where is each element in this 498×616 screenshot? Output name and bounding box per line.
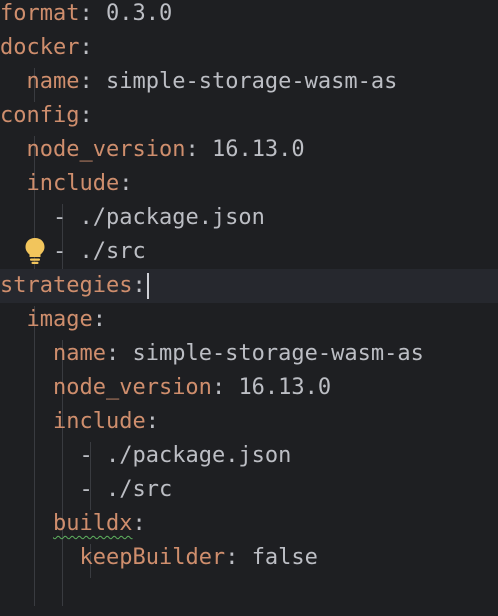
- code-line[interactable]: - ./src: [0, 235, 498, 269]
- yaml-key: strategies: [0, 273, 133, 298]
- yaml-list-item: ./src: [79, 239, 146, 264]
- code-line[interactable]: node_version: 16.13.0: [0, 371, 498, 405]
- lightbulb-icon[interactable]: [24, 237, 46, 265]
- yaml-value: false: [251, 545, 318, 570]
- yaml-list-item: ./package.json: [105, 443, 292, 468]
- yaml-list-item: ./package.json: [79, 205, 265, 230]
- yaml-value: simple-storage-wasm-as: [105, 69, 398, 94]
- code-line[interactable]: name: simple-storage-wasm-as: [0, 65, 498, 99]
- yaml-key: node_version: [26, 137, 186, 162]
- code-line[interactable]: node_version: 16.13.0: [0, 133, 498, 167]
- code-line[interactable]: include:: [0, 167, 498, 201]
- yaml-key: format: [0, 1, 80, 26]
- yaml-key: include: [26, 171, 120, 196]
- code-line[interactable]: format: 0.3.0: [0, 0, 498, 31]
- yaml-list-item: ./src: [105, 477, 173, 502]
- yaml-key: name: [52, 341, 106, 366]
- yaml-key: node_version: [52, 375, 212, 400]
- yaml-key: image: [26, 307, 93, 332]
- code-line[interactable]: - ./package.json: [0, 201, 498, 235]
- code-line[interactable]: config:: [0, 99, 498, 133]
- code-line[interactable]: image:: [0, 303, 498, 337]
- text-caret: [146, 273, 149, 299]
- current-code-line[interactable]: strategies:: [0, 269, 498, 303]
- code-line[interactable]: - ./src: [0, 473, 498, 507]
- yaml-key: keepBuilder: [79, 545, 226, 570]
- yaml-key: name: [26, 69, 80, 94]
- yaml-value: simple-storage-wasm-as: [132, 341, 424, 366]
- code-line[interactable]: buildx:: [0, 507, 498, 541]
- code-line[interactable]: keepBuilder: false: [0, 541, 498, 575]
- yaml-value: 16.13.0: [211, 137, 305, 162]
- yaml-key: config: [0, 103, 80, 128]
- yaml-value: 16.13.0: [238, 375, 332, 400]
- code-line[interactable]: docker:: [0, 31, 498, 65]
- yaml-value: 0.3.0: [105, 1, 173, 26]
- yaml-key: docker: [0, 35, 80, 60]
- yaml-editor[interactable]: format: 0.3.0 docker: name: simple-stora…: [0, 0, 498, 616]
- code-line[interactable]: name: simple-storage-wasm-as: [0, 337, 498, 371]
- code-line[interactable]: - ./package.json: [0, 439, 498, 473]
- yaml-key-warning[interactable]: buildx: [53, 511, 132, 536]
- yaml-key: include: [52, 409, 146, 434]
- code-line[interactable]: include:: [0, 405, 498, 439]
